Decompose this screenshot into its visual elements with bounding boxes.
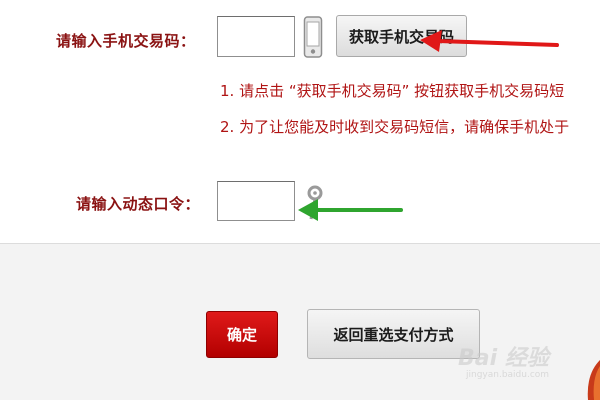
watermark-brand: Bai 经验 bbox=[458, 346, 549, 371]
mobile-phone-icon bbox=[303, 16, 323, 58]
instruction-line-2: 2. 为了让您能及时收到交易码短信，请确保手机处于 bbox=[220, 118, 570, 136]
sms-code-input[interactable] bbox=[217, 16, 295, 57]
key-icon bbox=[307, 185, 323, 220]
back-to-payment-methods-button[interactable]: 返回重选支付方式 bbox=[307, 309, 480, 359]
get-sms-code-button[interactable]: 获取手机交易码 bbox=[336, 15, 467, 57]
watermark-url: jingyan.baidu.com bbox=[466, 370, 550, 380]
payment-verification-page: 请输入手机交易码： 获取手机交易码 1. 请点击 “获取手机交易码” 按钮获取手… bbox=[0, 0, 600, 400]
corner-decoration bbox=[587, 360, 600, 400]
instruction-line-1: 1. 请点击 “获取手机交易码” 按钮获取手机交易码短 bbox=[220, 82, 565, 100]
dynamic-password-label: 请输入动态口令： bbox=[76, 195, 201, 213]
dynamic-password-input[interactable] bbox=[217, 181, 295, 221]
instructions-list: 1. 请点击 “获取手机交易码” 按钮获取手机交易码短 2. 为了让您能及时收到… bbox=[220, 80, 569, 152]
sms-code-label: 请输入手机交易码： bbox=[56, 32, 196, 50]
confirm-button[interactable]: 确定 bbox=[206, 311, 278, 358]
verification-form-panel: 请输入手机交易码： 获取手机交易码 1. 请点击 “获取手机交易码” 按钮获取手… bbox=[0, 0, 600, 243]
baidu-jingyan-watermark: Bai 经验 jingyan.baidu.com bbox=[458, 336, 578, 388]
